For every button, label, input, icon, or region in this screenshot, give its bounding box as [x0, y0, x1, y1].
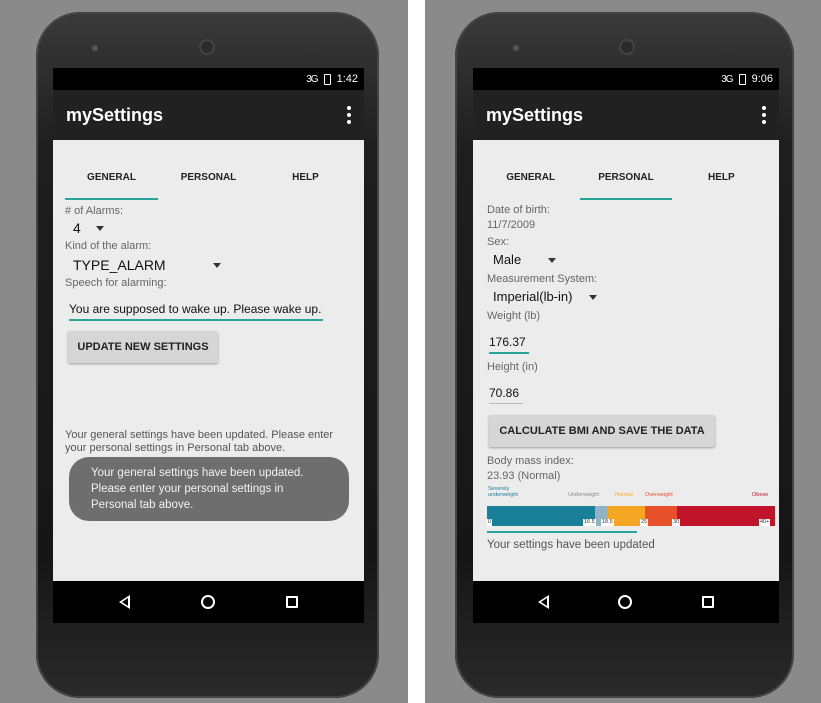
tab-personal[interactable]: PERSONAL: [578, 160, 673, 200]
sex-label: Sex:: [487, 236, 510, 248]
weight-input[interactable]: 176.37: [489, 335, 529, 354]
back-icon[interactable]: [118, 595, 130, 609]
tab-help[interactable]: HELP: [674, 160, 769, 200]
alarms-select[interactable]: 4: [73, 220, 81, 236]
bmi-label: Body mass index:: [487, 455, 574, 467]
front-camera-icon: [619, 39, 635, 55]
bmi-tick: 0: [487, 519, 493, 526]
status-message: Your general settings have been updated.…: [65, 429, 334, 454]
weight-label: Weight (lb): [487, 310, 540, 322]
tab-help[interactable]: HELP: [257, 160, 354, 200]
kind-label: Kind of the alarm:: [65, 240, 152, 252]
screen-personal: 3G 9:06 mySettings GENERAL PERSONAL HELP…: [473, 68, 779, 623]
bmi-category-underweight: Underweight: [568, 492, 599, 498]
bmi-category-obese: Obese: [752, 492, 769, 498]
chevron-down-icon: [213, 263, 221, 268]
screen-general: 3G 1:42 mySettings GENERAL PERSONAL HELP…: [53, 68, 364, 623]
toast-notification: Your general settings have been updated.…: [69, 457, 349, 521]
tab-bar: GENERAL PERSONAL HELP: [483, 160, 769, 200]
app-bar: mySettings: [473, 90, 779, 140]
status-message: Your settings have been updated: [487, 539, 655, 551]
battery-icon: [323, 73, 331, 85]
progress-underline: [487, 531, 637, 533]
chevron-down-icon: [96, 226, 104, 231]
dob-label: Date of birth:: [487, 204, 550, 216]
battery-icon: [738, 73, 746, 85]
calculate-bmi-button[interactable]: CALCULATE BMI AND SAVE THE DATA: [489, 415, 715, 447]
front-camera-icon: [199, 39, 215, 55]
speech-input[interactable]: You are supposed to wake up. Please wake…: [69, 302, 323, 321]
status-time: 1:42: [336, 73, 358, 85]
tab-general[interactable]: GENERAL: [483, 160, 578, 200]
home-icon[interactable]: [618, 595, 633, 609]
status-bar: 3G 1:42: [53, 68, 364, 90]
bmi-tick: 16.5: [583, 519, 596, 526]
update-settings-button[interactable]: UPDATE NEW SETTINGS: [68, 331, 218, 363]
bmi-tick: 30: [672, 519, 681, 526]
signal-icon: 3G: [306, 73, 318, 85]
home-icon[interactable]: [200, 595, 215, 609]
bmi-segment-severely-underweight: [487, 506, 595, 526]
back-icon[interactable]: [537, 595, 549, 609]
chevron-down-icon: [589, 295, 597, 300]
sex-select[interactable]: Male: [493, 252, 521, 267]
alarms-label: # of Alarms:: [65, 205, 124, 217]
tab-personal[interactable]: PERSONAL: [160, 160, 257, 200]
signal-icon: 3G: [721, 73, 733, 85]
bmi-value: 23.93 (Normal): [487, 470, 561, 482]
recent-apps-icon[interactable]: [286, 596, 299, 608]
chevron-down-icon: [548, 258, 556, 263]
overflow-menu-icon[interactable]: [761, 106, 767, 124]
tab-general[interactable]: GENERAL: [63, 160, 160, 200]
navigation-bar: [473, 581, 779, 623]
kind-select[interactable]: TYPE_ALARM: [73, 257, 166, 273]
speech-label: Speech for alarming:: [65, 277, 167, 289]
bmi-tick: 40+: [759, 519, 771, 526]
proximity-sensor: [304, 45, 318, 49]
bmi-category-severely-underweight: Severely underweight: [488, 486, 518, 498]
recent-apps-icon[interactable]: [702, 596, 715, 608]
dob-value[interactable]: 11/7/2009: [487, 219, 535, 231]
tab-bar: GENERAL PERSONAL HELP: [63, 160, 354, 200]
bmi-tick: 18.5: [601, 519, 614, 526]
bmi-category-normal: Normal: [615, 492, 633, 498]
height-input[interactable]: 70.86: [489, 386, 523, 404]
proximity-sensor: [723, 45, 737, 49]
height-label: Height (in): [487, 361, 538, 373]
overflow-menu-icon[interactable]: [346, 106, 352, 124]
app-title: mySettings: [66, 104, 164, 125]
bmi-category-overweight: Overweight: [645, 492, 673, 498]
status-bar: 3G 9:06: [473, 68, 779, 90]
speaker-dot: [92, 45, 98, 51]
measurement-label: Measurement System:: [487, 273, 598, 285]
bmi-tick: 25: [640, 519, 649, 526]
bmi-scale-chart: Severely underweight Underweight Normal …: [487, 486, 775, 528]
measurement-select[interactable]: Imperial(lb-in): [493, 289, 572, 304]
navigation-bar: [53, 581, 364, 623]
app-title: mySettings: [486, 104, 584, 125]
speaker-dot: [513, 45, 519, 51]
status-time: 9:06: [751, 73, 773, 85]
app-bar: mySettings: [53, 90, 364, 140]
